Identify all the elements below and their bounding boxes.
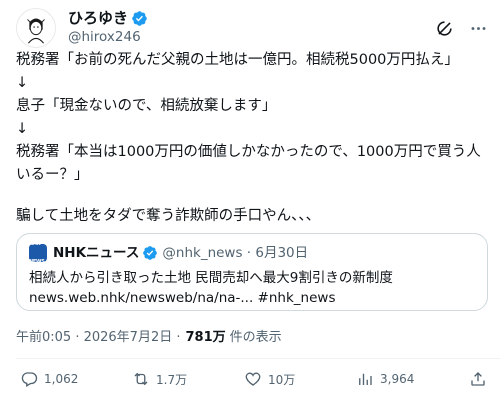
bookmark-button[interactable]: 3,964 xyxy=(356,370,468,388)
action-bar: 1,062 1.7万 10万 3,964 xyxy=(20,367,488,391)
repost-count: 1.7万 xyxy=(156,372,188,387)
divider xyxy=(16,358,500,359)
verified-badge-icon[interactable] xyxy=(131,10,148,27)
views-icon xyxy=(359,373,372,385)
quoted-handle-date: @nhk_news · 6月30日 xyxy=(162,245,309,261)
quoted-text: 相続人から引き取った土地 民間売却へ最大9割引きの新制度 xyxy=(29,270,393,286)
views-label: 件の表示 xyxy=(229,330,282,345)
avatar[interactable] xyxy=(16,8,56,48)
post-line: ↓ xyxy=(16,121,29,137)
bookmark-count: 3,964 xyxy=(380,372,415,386)
post-text: 税務署「お前の死んだ父親の土地は一億円。相続税5000万円払え」 ↓ 息子「現金… xyxy=(16,49,486,228)
share-icon[interactable] xyxy=(468,369,488,389)
repost-button[interactable]: 1.7万 xyxy=(132,370,244,388)
quoted-link[interactable]: news.web.nhk/newsweb/na/na-... #nhk_news xyxy=(29,288,475,308)
like-count: 10万 xyxy=(268,372,296,387)
reply-icon xyxy=(21,372,38,387)
post-meta: 午前0:05 · 2026年7月2日 · 781万 件の表示 xyxy=(16,326,282,345)
like-icon xyxy=(245,372,261,386)
post-line: 税務署「お前の死んだ父親の土地は一億円。相続税5000万円払え」 xyxy=(16,52,459,68)
post-line: ↓ xyxy=(16,75,29,91)
views-count: 781万 xyxy=(185,330,226,345)
author-display-name[interactable]: ひろゆき xyxy=(68,9,128,28)
quoted-author-name: NHKニュース xyxy=(53,245,140,261)
post-line: 息子「現金ないので、相続放棄します」 xyxy=(16,98,277,114)
author-names: ひろゆき @hirox246 xyxy=(68,9,148,47)
reply-button[interactable]: 1,062 xyxy=(20,370,132,388)
verified-badge-icon xyxy=(142,245,158,261)
post-line: 税務署「本当は1000万円の価値しかなかったので、1000万円で買う人いるー？」 xyxy=(16,144,481,183)
quoted-post[interactable]: NHK NEWS NHKニュース @nhk_news · 6月30日 相続人から… xyxy=(16,233,488,311)
post-line: 騙して土地をタダで奪う詐欺師の手口やん、、、 xyxy=(16,208,321,224)
reply-count: 1,062 xyxy=(44,372,79,386)
nhk-logo-icon: NHK NEWS xyxy=(29,241,47,265)
author-handle[interactable]: @hirox246 xyxy=(68,28,148,47)
grok-icon[interactable] xyxy=(434,18,454,38)
like-button[interactable]: 10万 xyxy=(244,370,356,388)
avatar-illustration xyxy=(17,9,55,47)
post-header: ひろゆき @hirox246 xyxy=(16,8,488,48)
post-timestamp[interactable]: 午前0:05 · 2026年7月2日 · xyxy=(16,326,180,345)
repost-icon xyxy=(134,372,148,386)
more-icon[interactable] xyxy=(468,18,488,38)
